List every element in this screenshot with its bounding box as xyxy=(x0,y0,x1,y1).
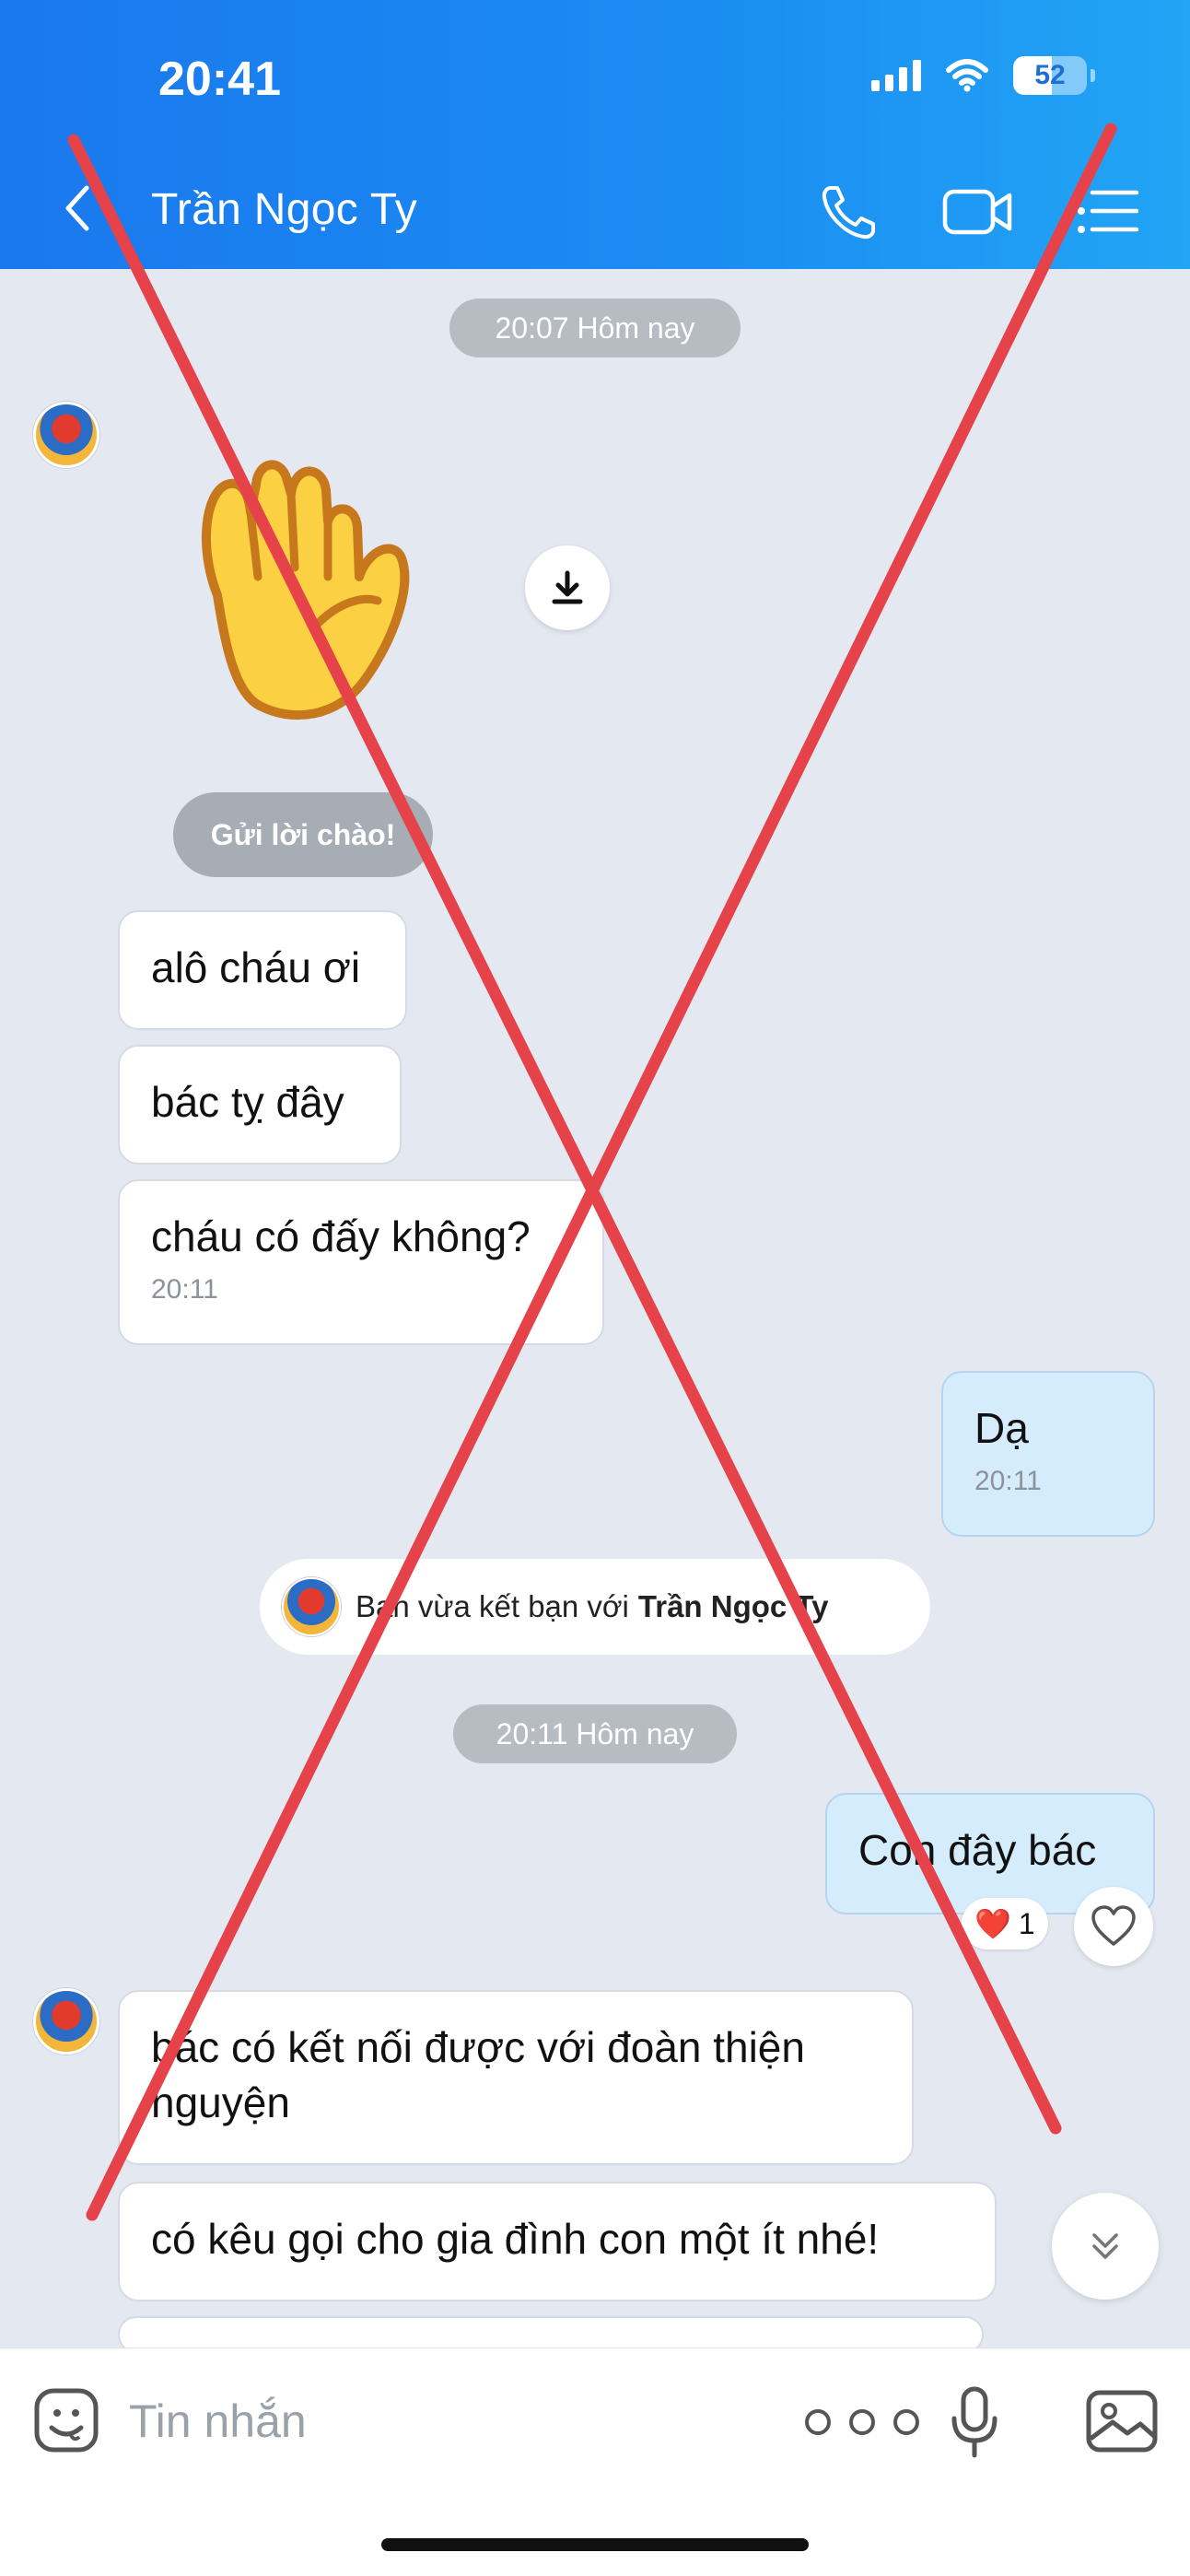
chevron-double-down-icon xyxy=(1092,2233,1118,2259)
message-text: có kêu gọi cho gia đình con một ít nhé! xyxy=(151,2215,880,2263)
message-text: alô cháu ơi xyxy=(151,943,361,991)
send-greeting-button[interactable]: Gửi lời chào! xyxy=(173,792,433,877)
friend-notice-text: Bạn vừa kết bạn với xyxy=(356,1589,629,1623)
message-time: 20:11 xyxy=(974,1466,1042,1496)
battery-icon: 52 xyxy=(1013,56,1095,95)
home-indicator xyxy=(381,2538,809,2551)
phone-icon[interactable] xyxy=(818,181,881,243)
message-bubble[interactable]: bác có kết nối được với đoàn thiện nguyệ… xyxy=(118,1990,914,2165)
friend-added-notice: Bạn vừa kết bạn với Trần Ngọc Ty xyxy=(260,1559,930,1655)
emoji-icon[interactable] xyxy=(33,2387,99,2453)
download-icon xyxy=(552,570,583,604)
message-text: bác tỵ đây xyxy=(151,1078,344,1126)
status-icons: 52 xyxy=(871,55,1095,96)
message-bubble[interactable]: alô cháu ơi xyxy=(118,910,407,1030)
menu-icon[interactable] xyxy=(1074,184,1140,238)
status-time: 20:41 xyxy=(158,53,281,106)
reaction-badge[interactable]: ❤️ 1 xyxy=(962,1898,1048,1950)
message-time: 20:11 xyxy=(151,1274,218,1305)
message-input[interactable] xyxy=(129,2389,645,2453)
message-text: bác có kết nối được với đoàn thiện nguyệ… xyxy=(151,2023,805,2126)
timestamp-pill: 20:11 Hôm nay xyxy=(453,1704,737,1763)
mic-icon[interactable] xyxy=(949,2385,1000,2459)
contact-avatar[interactable] xyxy=(33,402,99,468)
signal-icon xyxy=(871,60,921,91)
message-text: Con đây bác xyxy=(858,1826,1097,1874)
more-icon[interactable] xyxy=(801,2406,923,2439)
heart-reaction-icon: ❤️ xyxy=(974,1907,1011,1940)
message-bubble[interactable]: có kêu gọi cho gia đình con một ít nhé! xyxy=(118,2182,997,2301)
my-message-bubble[interactable]: Dạ 20:11 xyxy=(941,1371,1155,1537)
contact-name[interactable]: Trần Ngọc Ty xyxy=(151,184,417,235)
heart-icon xyxy=(1091,1905,1136,1946)
image-icon[interactable] xyxy=(1085,2389,1159,2453)
scroll-to-bottom-button[interactable] xyxy=(1052,2193,1159,2300)
contact-mini-avatar xyxy=(282,1577,341,1636)
message-text: cháu có đấy không? xyxy=(151,1212,531,1260)
chat-header: 20:41 52 Trần Ngọc Ty xyxy=(0,0,1190,269)
friend-notice-name: Trần Ngọc Ty xyxy=(637,1589,829,1623)
waving-hand-sticker[interactable] xyxy=(181,439,438,730)
wifi-icon xyxy=(946,59,988,92)
timestamp-pill: 20:07 Hôm nay xyxy=(449,299,741,357)
message-bubble[interactable]: bác tỵ đây xyxy=(118,1045,402,1165)
message-text: Dạ xyxy=(974,1404,1029,1452)
video-icon[interactable] xyxy=(941,184,1015,240)
contact-avatar[interactable] xyxy=(33,1988,99,2055)
message-input-bar xyxy=(0,2348,1190,2576)
battery-level: 52 xyxy=(1034,60,1066,90)
back-icon[interactable] xyxy=(55,181,103,236)
message-bubble[interactable]: cháu có đấy không? 20:11 xyxy=(118,1179,604,1345)
reaction-count: 1 xyxy=(1018,1906,1035,1940)
download-button[interactable] xyxy=(525,545,610,630)
react-button[interactable] xyxy=(1074,1887,1153,1966)
